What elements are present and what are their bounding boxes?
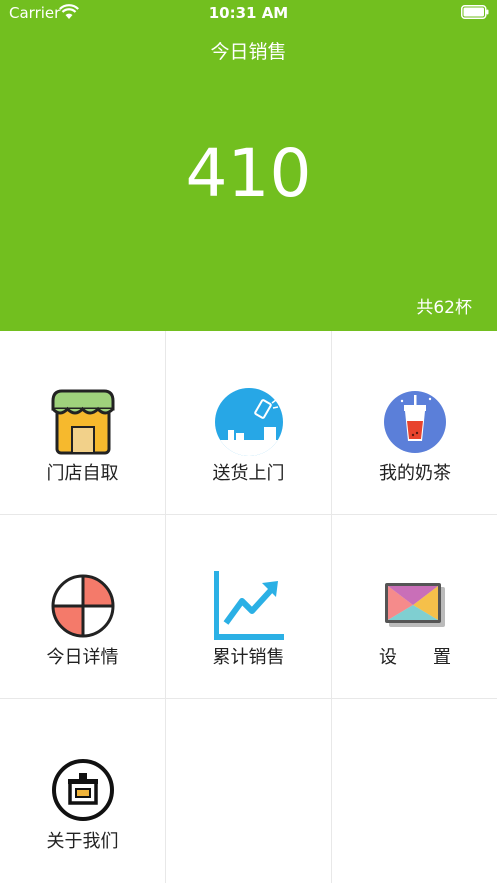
empty-cell xyxy=(332,699,497,883)
battery-icon xyxy=(461,5,489,19)
delivery-icon xyxy=(214,388,283,456)
page-title: 今日销售 xyxy=(210,41,287,63)
menu-label: 我的奶茶 xyxy=(379,463,451,484)
sales-header: Carrier 10:31 AM 今日销售 410 共62杯 xyxy=(0,0,497,331)
about-us-icon xyxy=(51,759,114,821)
empty-cell xyxy=(166,699,332,883)
status-time: 10:31 AM xyxy=(208,4,289,22)
menu-grid: 门店自取 送货上门 我的奶茶 今日详情 累计销售 设 置 关于我们 xyxy=(0,331,497,883)
menu-item-my-milk-tea[interactable]: 我的奶茶 xyxy=(332,331,497,515)
menu-label: 关于我们 xyxy=(46,831,119,852)
status-bar: Carrier 10:31 AM xyxy=(0,0,497,26)
menu-item-home-delivery[interactable]: 送货上门 xyxy=(166,331,332,515)
menu-item-about-us[interactable]: 关于我们 xyxy=(0,699,166,883)
menu-item-cumulative-sales[interactable]: 累计销售 xyxy=(166,515,332,699)
menu-label: 累计销售 xyxy=(212,647,285,668)
sales-total-value: 410 xyxy=(185,135,312,212)
menu-item-store-pickup[interactable]: 门店自取 xyxy=(0,331,166,515)
milk-tea-icon xyxy=(384,391,446,453)
menu-label: 设 置 xyxy=(379,647,451,668)
cup-count-label: 共62杯 xyxy=(416,298,472,318)
menu-item-settings[interactable]: 设 置 xyxy=(332,515,497,699)
menu-label: 送货上门 xyxy=(212,463,285,484)
menu-label: 今日详情 xyxy=(46,647,119,668)
menu-label: 门店自取 xyxy=(46,463,119,484)
menu-item-today-details[interactable]: 今日详情 xyxy=(0,515,166,699)
store-icon xyxy=(51,389,114,455)
pie-chart-icon xyxy=(51,574,114,638)
trend-chart-icon xyxy=(213,571,284,640)
settings-envelope-icon xyxy=(385,583,445,627)
